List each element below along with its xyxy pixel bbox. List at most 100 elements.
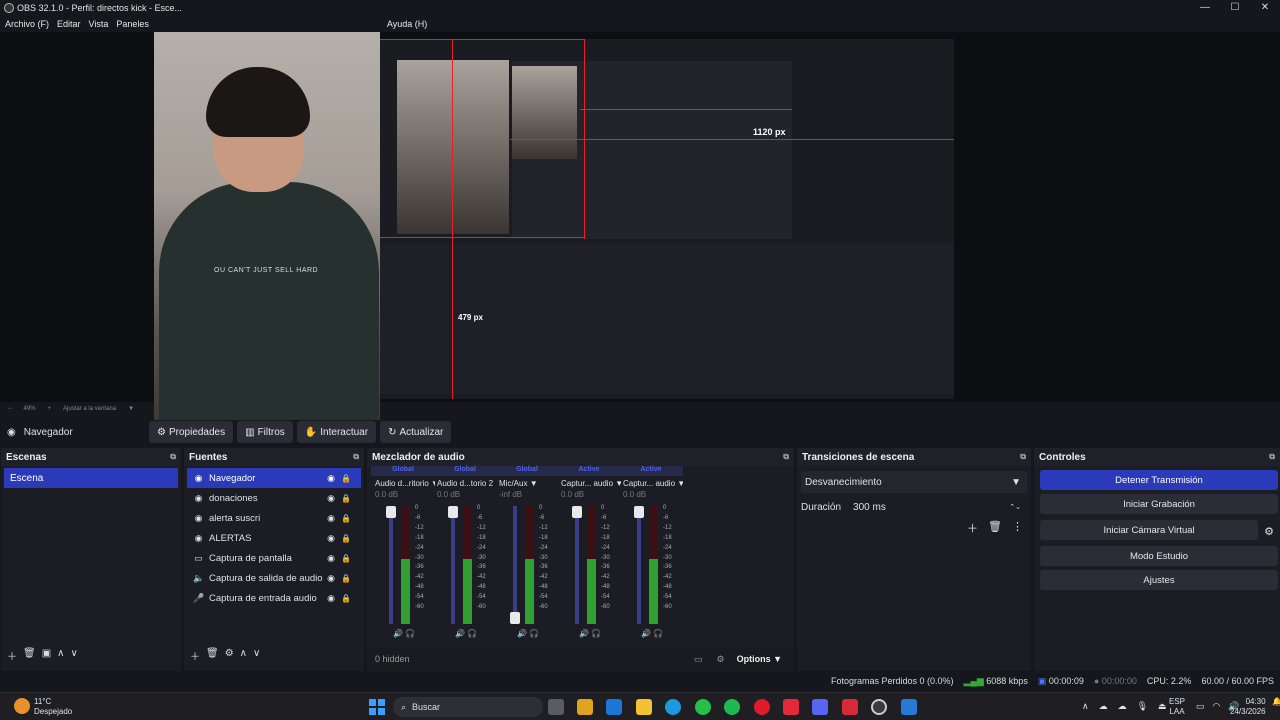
advanced-audio-icon[interactable]: ⚙ xyxy=(717,654,725,665)
start-recording-button[interactable]: Iniciar Grabación xyxy=(1040,494,1278,514)
usb-icon[interactable]: ⏏ xyxy=(1158,701,1167,712)
add-icon[interactable]: ＋ xyxy=(7,648,17,663)
menu-ayuda[interactable]: Ayuda (H) xyxy=(387,19,427,29)
lock-icon[interactable]: 🔒 xyxy=(341,554,351,563)
eye-icon[interactable]: ◉ xyxy=(327,473,335,484)
start-virtual-camera-button[interactable]: Iniciar Cámara Virtual xyxy=(1040,520,1259,540)
add-icon[interactable]: ＋ xyxy=(967,520,978,536)
trash-icon[interactable]: 🗑 xyxy=(23,648,36,663)
volume-fader[interactable] xyxy=(389,506,393,624)
channel-name[interactable]: Captur... audio ▼ xyxy=(557,476,621,490)
discord-icon[interactable] xyxy=(812,699,828,715)
undock-icon[interactable]: ⧉ xyxy=(1020,452,1026,462)
lock-icon[interactable]: 🔒 xyxy=(341,474,351,483)
program-preview[interactable]: OU CAN'T JUST SELL HARD 1120 px 479 px xyxy=(0,32,1280,432)
volume-icon[interactable]: 🔊 xyxy=(455,629,465,638)
eye-icon[interactable]: ◉ xyxy=(327,493,335,504)
source-item[interactable]: ◉ alerta suscri ◉ 🔒 xyxy=(187,508,361,528)
menu-editar[interactable]: Editar xyxy=(57,19,81,29)
undock-icon[interactable]: ⧉ xyxy=(353,452,359,462)
undock-icon[interactable]: ⧉ xyxy=(1269,452,1275,462)
eye-icon[interactable]: ◉ xyxy=(327,553,335,564)
lock-icon[interactable]: 🔒 xyxy=(341,534,351,543)
close-icon[interactable]: ✕ xyxy=(1250,0,1280,16)
onedrive-icon[interactable]: ☁ xyxy=(1099,701,1108,712)
fader-handle[interactable] xyxy=(510,612,520,624)
menu-archivo[interactable]: Archivo (F) xyxy=(5,19,49,29)
lock-icon[interactable]: 🔒 xyxy=(341,574,351,583)
volume-icon[interactable]: 🔊 xyxy=(641,629,651,638)
source-item[interactable]: ◉ Navegador ◉ 🔒 xyxy=(187,468,361,488)
properties-button[interactable]: ⚙ Propiedades xyxy=(149,421,234,443)
eye-icon[interactable]: ◉ xyxy=(327,533,335,544)
opera-icon[interactable] xyxy=(754,699,770,715)
eye-icon[interactable]: ◉ xyxy=(327,593,335,604)
weather-icon[interactable] xyxy=(14,698,30,714)
lock-icon[interactable]: 🔒 xyxy=(341,494,351,503)
volume-fader[interactable] xyxy=(451,506,455,624)
arrow-up-icon[interactable]: ∧ xyxy=(57,648,64,663)
task-view-icon[interactable] xyxy=(548,699,564,715)
arrow-down-icon[interactable]: ∨ xyxy=(253,648,260,663)
zoom-in-icon[interactable]: + xyxy=(48,406,52,412)
windows-start-icon[interactable] xyxy=(369,699,385,715)
explorer-icon[interactable] xyxy=(636,699,652,715)
headphones-icon[interactable]: 🎧 xyxy=(405,629,415,638)
options-button[interactable]: Options ▼ xyxy=(737,654,782,664)
channel-name[interactable]: Audio d...torio 2 ▼ xyxy=(433,476,497,490)
chevron-down-icon[interactable]: ▼ xyxy=(128,406,134,412)
volume-fader[interactable] xyxy=(637,506,641,624)
gear-icon[interactable]: ⚙ xyxy=(225,648,234,663)
more-icon[interactable]: ⋮ xyxy=(1012,520,1023,536)
channel-name[interactable]: Captur... audio ▼ xyxy=(619,476,683,490)
display-icon[interactable]: ▭ xyxy=(1196,701,1205,712)
arrow-up-icon[interactable]: ∧ xyxy=(240,648,247,663)
lock-icon[interactable]: 🔒 xyxy=(341,594,351,603)
filters-button[interactable]: ▥ Filtros xyxy=(237,421,293,443)
menu-vista[interactable]: Vista xyxy=(89,19,109,29)
outlook-icon[interactable] xyxy=(606,699,622,715)
volume-icon[interactable]: 🔊 xyxy=(517,629,527,638)
studio-mode-button[interactable]: Modo Estudio xyxy=(1040,546,1278,566)
fader-handle[interactable] xyxy=(572,506,582,518)
fader-handle[interactable] xyxy=(448,506,458,518)
source-item[interactable]: ◉ ALERTAS ◉ 🔒 xyxy=(187,528,361,548)
fader-handle[interactable] xyxy=(634,506,644,518)
lock-icon[interactable]: 🔒 xyxy=(341,514,351,523)
refresh-button[interactable]: ↻ Actualizar xyxy=(380,421,452,443)
source-item[interactable]: ◉ donaciones ◉ 🔒 xyxy=(187,488,361,508)
fader-handle[interactable] xyxy=(386,506,396,518)
arrow-down-icon[interactable]: ∨ xyxy=(70,648,77,663)
app-icon[interactable] xyxy=(842,699,858,715)
volume-fader[interactable] xyxy=(575,506,579,624)
eye-icon[interactable]: ◉ xyxy=(327,573,335,584)
source-item[interactable]: 🎤 Captura de entrada audio ◉ 🔒 xyxy=(187,588,361,608)
settings-button[interactable]: Ajustes xyxy=(1040,570,1278,590)
headphones-icon[interactable]: 🎧 xyxy=(591,629,601,638)
eye-icon[interactable]: ◉ xyxy=(327,513,335,524)
zoom-out-icon[interactable]: − xyxy=(8,406,12,412)
fit-window-label[interactable]: Ajustar a la ventana xyxy=(63,406,116,412)
channel-name[interactable]: Audio d...ritorio ▼ xyxy=(371,476,435,490)
app-icon[interactable] xyxy=(783,699,799,715)
spin-icon[interactable]: ⌃⌄ xyxy=(1009,503,1021,511)
clock[interactable]: 04:30 24/3/2026 xyxy=(1230,697,1266,717)
notifications-icon[interactable]: 🔔 xyxy=(1272,697,1280,706)
stop-streaming-button[interactable]: Detener Transmisión xyxy=(1040,470,1278,490)
layout-icon[interactable]: ▭ xyxy=(694,654,703,665)
headphones-icon[interactable]: 🎧 xyxy=(653,629,663,638)
channel-name[interactable]: Mic/Aux ▼ xyxy=(495,476,559,490)
language-indicator[interactable]: ESP LAA xyxy=(1169,697,1185,717)
headphones-icon[interactable]: 🎧 xyxy=(467,629,477,638)
trash-icon[interactable]: 🗑 xyxy=(988,520,1002,536)
duration-input[interactable]: 300 ms ⌃⌄ xyxy=(847,497,1027,517)
headphones-icon[interactable]: 🎧 xyxy=(529,629,539,638)
edge-icon[interactable] xyxy=(665,699,681,715)
transition-select[interactable]: Desvanecimiento ▼ xyxy=(801,471,1027,493)
wifi-icon[interactable]: ◠ xyxy=(1213,701,1221,712)
spotify-icon[interactable] xyxy=(724,699,740,715)
menu-paneles[interactable]: Paneles xyxy=(116,19,149,29)
volume-icon[interactable]: 🔊 xyxy=(579,629,589,638)
scene-item[interactable]: Escena xyxy=(4,468,178,488)
trash-icon[interactable]: 🗑 xyxy=(206,648,219,663)
